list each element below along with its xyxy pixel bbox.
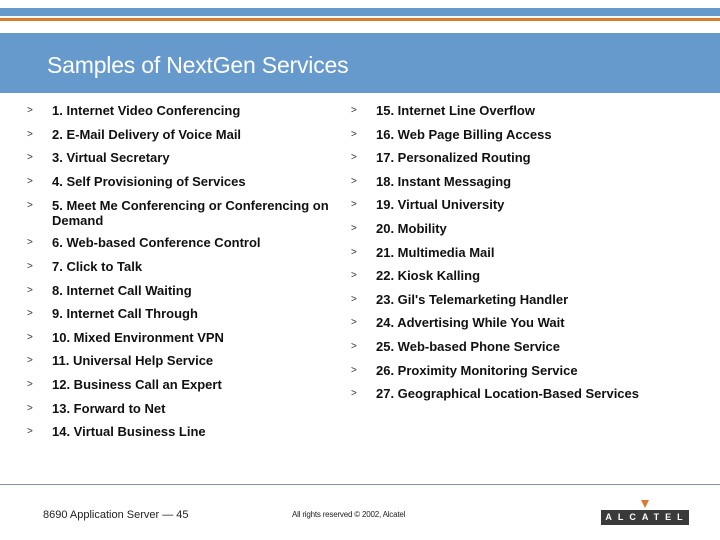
- list-item-text: 4. Self Provisioning of Services: [52, 173, 246, 189]
- list-item-text: 10. Mixed Environment VPN: [52, 329, 224, 345]
- list-item: >14. Virtual Business Line: [27, 425, 372, 439]
- list-item: >22. Kiosk Kalling: [351, 269, 720, 283]
- list-item: >18. Instant Messaging: [351, 173, 720, 189]
- list-item-text: 7. Click to Talk: [52, 259, 143, 274]
- list-item-text: 15. Internet Line Overflow: [376, 103, 535, 118]
- bullet-arrow-icon: >: [351, 388, 357, 400]
- list-item: >11. Universal Help Service: [27, 354, 372, 368]
- list-item: >8. Internet Call Waiting: [27, 282, 372, 298]
- footer-copyright: All rights reserved © 2002, Alcatel: [292, 510, 406, 519]
- list-item-text: 25. Web-based Phone Service: [376, 339, 560, 354]
- bullet-arrow-icon: >: [27, 426, 33, 438]
- list-item-text: 1. Internet Video Conferencing: [52, 103, 241, 118]
- list-item: >10. Mixed Environment VPN: [27, 329, 372, 345]
- list-item: >4. Self Provisioning of Services: [27, 173, 372, 189]
- bullet-arrow-icon: >: [27, 237, 33, 249]
- bullet-arrow-icon: >: [351, 128, 357, 140]
- list-item-text: 6. Web-based Conference Control: [52, 235, 261, 251]
- list-item: >24. Advertising While You Wait: [351, 316, 720, 330]
- alcatel-logo-triangle-icon: [641, 500, 649, 508]
- list-item: >25. Web-based Phone Service: [351, 340, 720, 354]
- list-item-text: 13. Forward to Net: [52, 400, 166, 416]
- list-item-text: 11. Universal Help Service: [52, 353, 214, 369]
- list-item-text: 5. Meet Me Conferencing or Conferencing …: [52, 198, 329, 229]
- list-item-text: 22. Kiosk Kalling: [376, 268, 481, 284]
- bullet-arrow-icon: >: [351, 175, 357, 187]
- footer-page-label: 8690 Application Server — 45: [43, 509, 189, 521]
- list-item: >16. Web Page Billing Access: [351, 126, 720, 142]
- bullet-arrow-icon: >: [351, 246, 357, 258]
- bullet-arrow-icon: >: [351, 152, 357, 164]
- bullet-arrow-icon: >: [351, 364, 357, 376]
- top-orange-stripe: [0, 18, 720, 21]
- bullet-arrow-icon: >: [27, 200, 33, 212]
- list-item: >1. Internet Video Conferencing: [27, 104, 372, 118]
- bullet-arrow-icon: >: [27, 105, 33, 116]
- bullet-arrow-icon: >: [27, 379, 33, 390]
- list-item-text: 23. Gil's Telemarketing Handler: [376, 291, 569, 307]
- bullet-arrow-icon: >: [351, 223, 357, 234]
- bullet-arrow-icon: >: [351, 293, 357, 305]
- bullet-arrow-icon: >: [27, 128, 33, 140]
- list-item: >2. E-Mail Delivery of Voice Mail: [27, 126, 372, 142]
- list-item: >17. Personalized Routing: [351, 151, 720, 165]
- list-item: >27. Geographical Location-Based Service…: [351, 387, 720, 401]
- list-item: >15. Internet Line Overflow: [351, 104, 720, 118]
- list-item-text: 27. Geographical Location-Based Services: [376, 386, 639, 402]
- list-item: >20. Mobility: [351, 222, 720, 236]
- bullet-arrow-icon: >: [27, 331, 33, 343]
- list-item: >13. Forward to Net: [27, 400, 372, 416]
- list-item: >26. Proximity Monitoring Service: [351, 362, 720, 378]
- list-item-text: 2. E-Mail Delivery of Voice Mail: [52, 126, 242, 142]
- list-item-text: 19. Virtual University: [376, 197, 505, 213]
- bullet-arrow-icon: >: [27, 152, 33, 164]
- top-blue-stripe: [0, 8, 720, 16]
- bullet-arrow-icon: >: [351, 105, 357, 116]
- list-item-text: 3. Virtual Secretary: [52, 150, 170, 166]
- slide-title: Samples of NextGen Services: [47, 52, 349, 78]
- bullet-arrow-icon: >: [27, 308, 33, 320]
- list-item: >9. Internet Call Through: [27, 307, 372, 321]
- list-item: >3. Virtual Secretary: [27, 151, 372, 165]
- bullet-arrow-icon: >: [351, 317, 357, 329]
- list-item: >19. Virtual University: [351, 198, 720, 212]
- list-item-text: 17. Personalized Routing: [376, 150, 531, 166]
- bullet-arrow-icon: >: [351, 341, 357, 352]
- list-item-text: 12. Business Call an Expert: [52, 377, 222, 392]
- bullet-arrow-icon: >: [27, 402, 33, 414]
- list-item-text: 14. Virtual Business Line: [52, 424, 206, 440]
- bullet-arrow-icon: >: [351, 270, 357, 282]
- list-item: >23. Gil's Telemarketing Handler: [351, 291, 720, 307]
- bullet-arrow-icon: >: [27, 284, 33, 296]
- bullet-arrow-icon: >: [27, 355, 33, 367]
- bullet-arrow-icon: >: [351, 199, 357, 211]
- list-item: >5. Meet Me Conferencing or Conferencing…: [27, 198, 357, 228]
- list-item: >21. Multimedia Mail: [351, 244, 720, 260]
- list-item-text: 8. Internet Call Waiting: [52, 282, 192, 298]
- list-item-text: 21. Multimedia Mail: [376, 244, 495, 260]
- list-item: >12. Business Call an Expert: [27, 378, 372, 392]
- list-item-text: 16. Web Page Billing Access: [376, 126, 552, 142]
- list-item: >7. Click to Talk: [27, 260, 372, 274]
- list-item-text: 24. Advertising While You Wait: [376, 315, 565, 331]
- footer-divider: [0, 484, 720, 485]
- list-item-text: 20. Mobility: [376, 221, 447, 236]
- list-item-text: 26. Proximity Monitoring Service: [376, 362, 578, 378]
- list-item: >6. Web-based Conference Control: [27, 236, 372, 250]
- title-banner: Samples of NextGen Services: [0, 33, 720, 93]
- bullet-arrow-icon: >: [27, 175, 33, 187]
- alcatel-logo: ALCATEL: [601, 510, 689, 525]
- list-item-text: 9. Internet Call Through: [52, 306, 198, 322]
- list-item-text: 18. Instant Messaging: [376, 173, 512, 189]
- bullet-arrow-icon: >: [27, 261, 33, 272]
